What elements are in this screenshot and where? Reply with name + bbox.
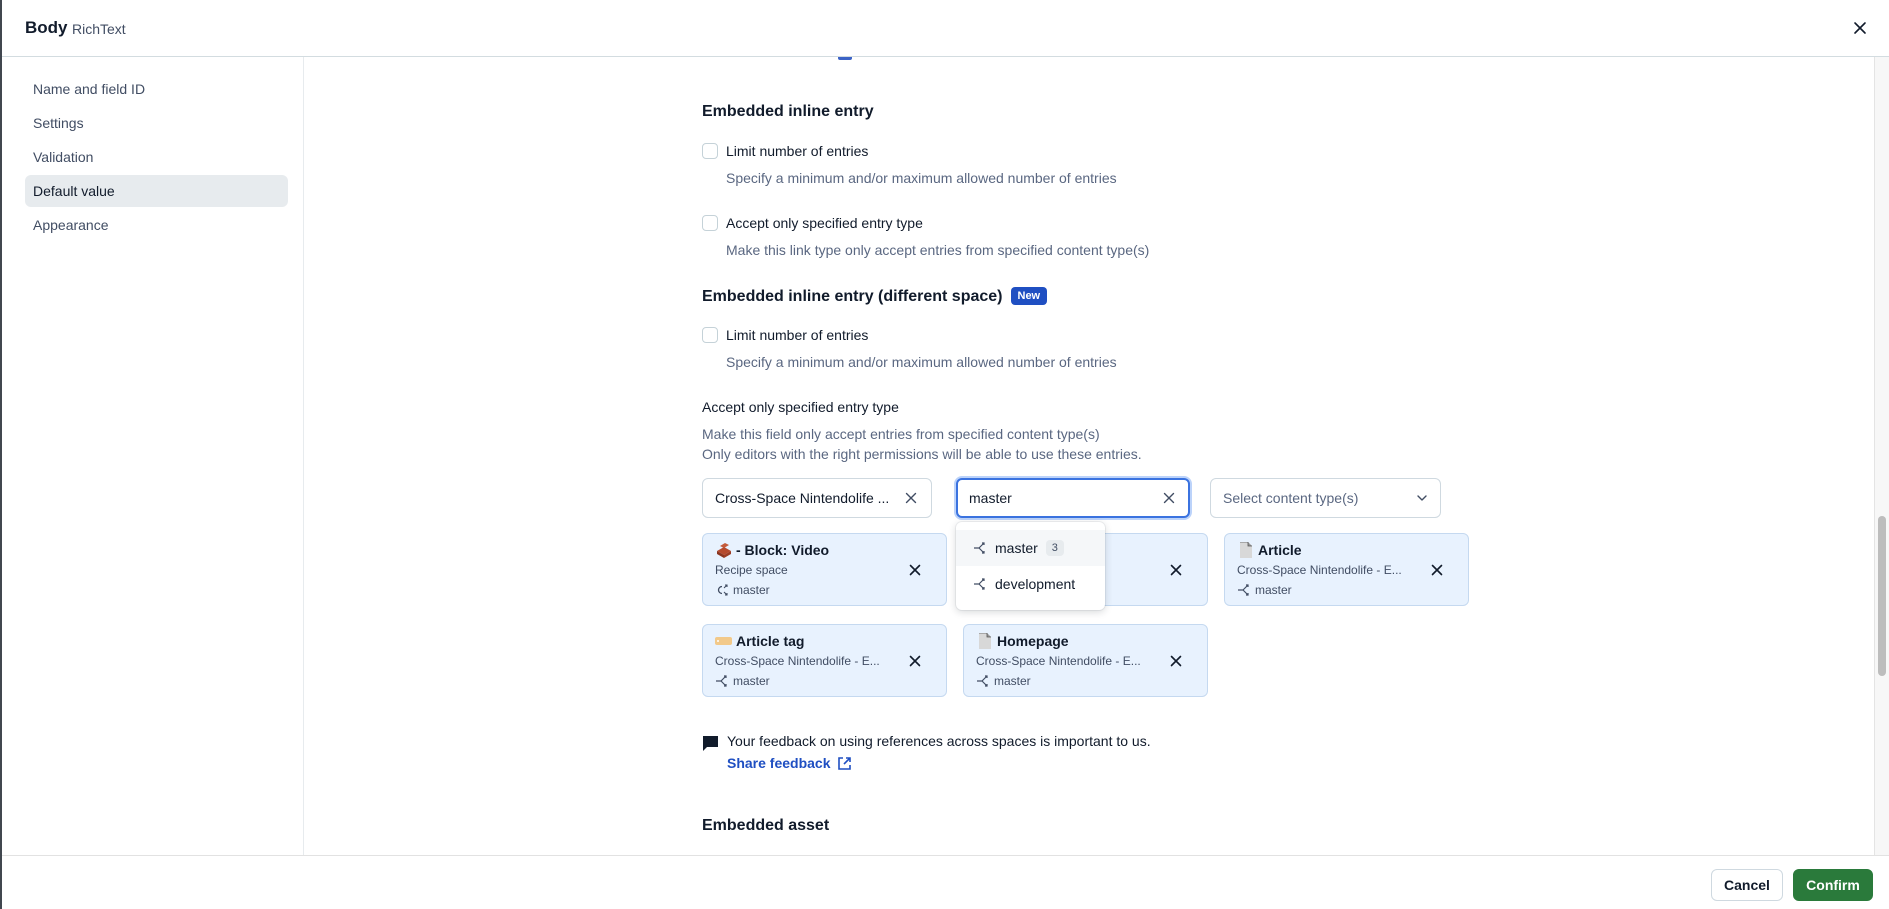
environment-icon (716, 675, 727, 687)
section-title-embedded-asset: Embedded asset (702, 817, 830, 834)
environment-dropdown: master 3 development (956, 522, 1105, 610)
field-type-subtitle: RichText (72, 21, 126, 37)
sidebar-item-appearance[interactable]: Appearance (25, 209, 288, 241)
modal-footer: Cancel Confirm (2, 855, 1889, 909)
limit-entries-checkbox[interactable] (702, 143, 718, 159)
environment-icon (977, 675, 988, 687)
environment-icon (974, 542, 985, 554)
main-scrollbar[interactable] (1874, 57, 1889, 855)
limit-entries-checkbox-row[interactable]: Limit number of entries (702, 143, 868, 159)
xspace-accept-entry-type-title: Accept only specified entry type (702, 399, 899, 415)
xspace-accept-help-line-1: Make this field only accept entries from… (702, 426, 1100, 442)
close-icon (909, 655, 921, 667)
section-title-embedded-inline-entry-different-space: Embedded inline entry (different space) N… (702, 287, 1048, 306)
option-count-badge: 3 (1045, 540, 1064, 556)
sidebar-item-default-value[interactable]: Default value (25, 175, 288, 207)
close-icon (1163, 492, 1175, 504)
accept-entry-type-checkbox[interactable] (702, 215, 718, 231)
remove-card-button[interactable] (1167, 561, 1185, 579)
xspace-limit-entries-checkbox-row[interactable]: Limit number of entries (702, 327, 868, 343)
entry-type-card: Article tag Cross-Space Nintendolife - E… (702, 624, 947, 697)
card-environment: master (733, 674, 770, 688)
space-select-value: Cross-Space Nintendolife ... (715, 490, 890, 506)
card-title: Article tag (736, 633, 805, 649)
card-title: Homepage (997, 633, 1069, 649)
partially-visible-link-icon (838, 57, 852, 60)
card-title: Article (1258, 542, 1302, 558)
confirm-button[interactable]: Confirm (1793, 869, 1873, 901)
option-label: master (995, 540, 1038, 556)
accept-entry-type-help: Make this link type only accept entries … (726, 242, 1150, 258)
main-content: Embedded inline entry Limit number of en… (305, 57, 1875, 855)
remove-card-button[interactable] (906, 561, 924, 579)
cancel-button[interactable]: Cancel (1711, 869, 1783, 901)
environment-icon (974, 578, 985, 590)
xspace-limit-entries-checkbox[interactable] (702, 327, 718, 343)
field-name-title: Body (25, 18, 68, 37)
card-title: - Block: Video (736, 542, 830, 558)
scrollbar-thumb[interactable] (1878, 516, 1886, 676)
brick-icon (717, 543, 731, 558)
clear-space-button[interactable] (903, 490, 919, 506)
remove-card-button[interactable] (1167, 652, 1185, 670)
share-feedback-label: Share feedback (727, 755, 831, 771)
limit-entries-label: Limit number of entries (726, 143, 869, 159)
settings-sidebar: Name and field ID Settings Validation De… (2, 57, 304, 855)
close-icon (1854, 22, 1866, 34)
entry-type-card: - Block: Video Recipe space master (702, 533, 947, 606)
space-select[interactable]: Cross-Space Nintendolife ... (702, 478, 932, 518)
dropdown-option-development[interactable]: development (956, 566, 1105, 602)
close-icon (1170, 564, 1182, 576)
xspace-limit-entries-label: Limit number of entries (726, 327, 869, 343)
modal-header: Body RichText (2, 0, 1889, 57)
section-title-embedded-inline-entry: Embedded inline entry (702, 103, 874, 120)
card-environment: master (994, 674, 1031, 688)
close-icon (905, 492, 917, 504)
page-icon (1240, 542, 1252, 558)
remove-card-button[interactable] (906, 652, 924, 670)
chevron-down-icon (1417, 495, 1427, 501)
share-feedback-link[interactable]: Share feedback (727, 755, 852, 771)
sidebar-item-validation[interactable]: Validation (25, 141, 288, 173)
card-space: Cross-Space Nintendolife - E... (715, 654, 880, 668)
card-space: Cross-Space Nintendolife - E... (1237, 563, 1402, 577)
external-link-icon (837, 756, 851, 770)
card-environment: master (1255, 583, 1292, 597)
remove-card-button[interactable] (1428, 561, 1446, 579)
page-icon (979, 633, 991, 649)
card-space: Recipe space (715, 563, 788, 577)
sidebar-item-settings[interactable]: Settings (25, 107, 288, 139)
environment-icon (1238, 584, 1249, 596)
environment-input[interactable]: master (956, 478, 1190, 518)
accept-entry-type-checkbox-row[interactable]: Accept only specified entry type (702, 215, 923, 231)
xspace-accept-help-line-2: Only editors with the right permissions … (702, 446, 1142, 462)
accept-entry-type-label: Accept only specified entry type (726, 215, 923, 231)
close-icon (1431, 564, 1443, 576)
card-environment: master (733, 583, 770, 597)
card-space: Cross-Space Nintendolife - E... (976, 654, 1141, 668)
new-badge: New (1010, 287, 1048, 305)
clear-environment-button[interactable] (1161, 490, 1177, 506)
dropdown-option-master[interactable]: master 3 (956, 530, 1105, 566)
close-button[interactable] (1849, 17, 1871, 39)
section-title-text: Embedded inline entry (different space) (702, 288, 1003, 305)
chat-icon (703, 736, 718, 751)
sidebar-item-name-and-field-id[interactable]: Name and field ID (25, 73, 288, 105)
entry-type-card: Homepage Cross-Space Nintendolife - E...… (963, 624, 1208, 697)
close-icon (1170, 655, 1182, 667)
close-icon (909, 564, 921, 576)
content-type-select-placeholder: Select content type(s) (1223, 490, 1359, 506)
tag-icon (715, 637, 732, 645)
xspace-limit-entries-help: Specify a minimum and/or maximum allowed… (726, 354, 1117, 370)
content-type-select[interactable]: Select content type(s) (1210, 478, 1441, 518)
entry-type-card: Article Cross-Space Nintendolife - E... … (1224, 533, 1469, 606)
option-label: development (995, 576, 1076, 592)
environment-input-value: master (969, 490, 1012, 506)
environment-alias-icon (717, 584, 728, 596)
limit-entries-help: Specify a minimum and/or maximum allowed… (726, 170, 1117, 186)
feedback-text: Your feedback on using references across… (727, 733, 1151, 749)
